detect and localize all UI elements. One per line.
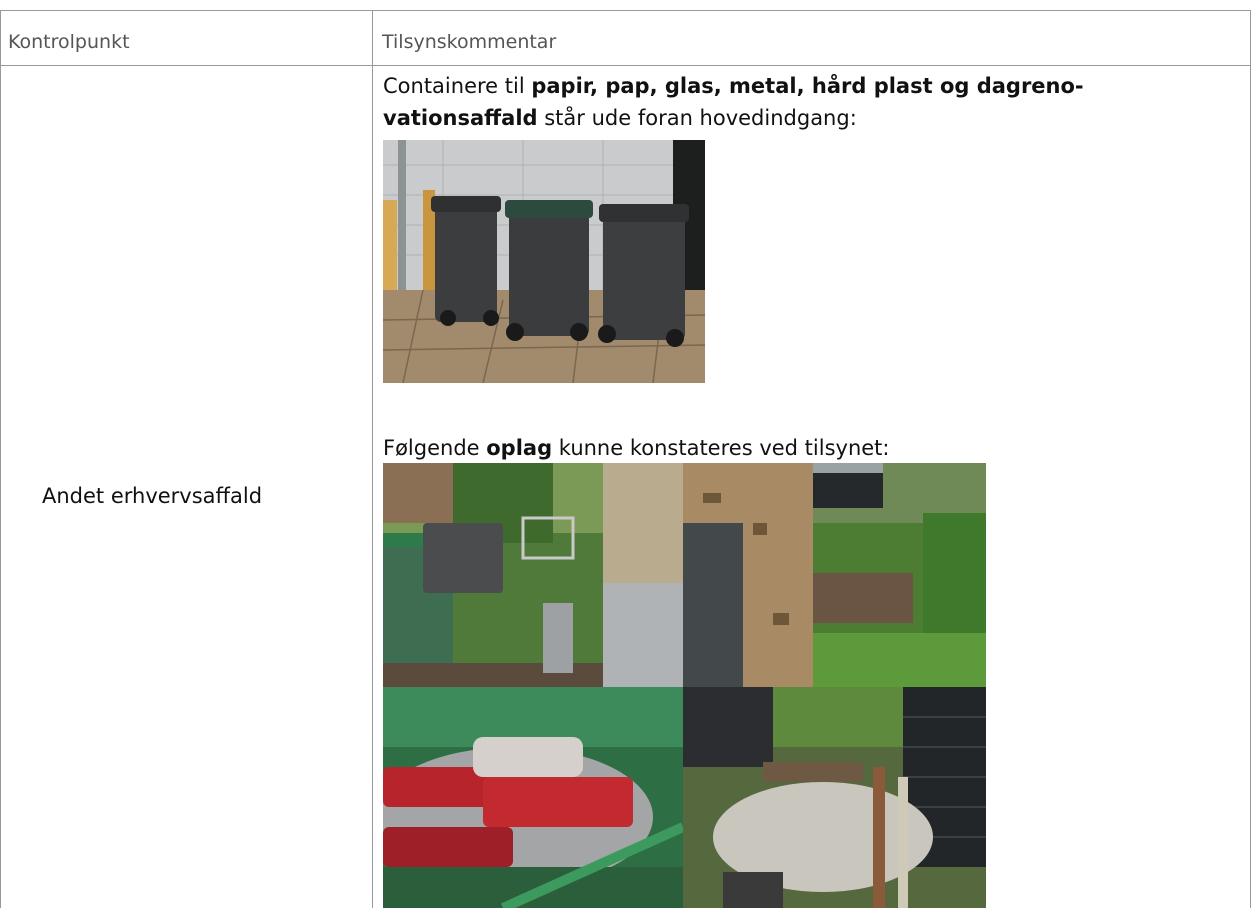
bins-photo bbox=[383, 140, 705, 383]
storage-paragraph: Følgende oplag kunne konstateres ved til… bbox=[383, 432, 889, 464]
storage-photo-2-image bbox=[683, 463, 986, 687]
storage-photo-3 bbox=[383, 687, 683, 908]
storage-photo-1 bbox=[383, 463, 683, 687]
control-point-label: Andet erhvervsaffald bbox=[42, 484, 263, 508]
para1-bold-line2: vationsaffald bbox=[383, 106, 538, 130]
table-border-divider bbox=[372, 10, 373, 908]
bins-photo-image bbox=[383, 140, 705, 383]
table-border-left bbox=[0, 10, 1, 908]
para2-text-end: kunne konstateres ved tilsynet: bbox=[552, 436, 890, 460]
header-kontrolpunkt: Kontrolpunkt bbox=[8, 31, 130, 53]
para1-text-end: står ude foran hovedindgang: bbox=[537, 106, 857, 130]
storage-photo-4 bbox=[683, 687, 986, 908]
para2-bold: oplag bbox=[486, 436, 553, 460]
para2-text-start: Følgende bbox=[383, 436, 487, 460]
header-tilsynskommentar: Tilsynskommentar bbox=[382, 31, 557, 53]
storage-photo-4-image bbox=[683, 687, 986, 908]
para1-text-start: Containere til bbox=[383, 74, 532, 98]
containers-paragraph: Containere til papir, pap, glas, metal, … bbox=[383, 70, 1084, 134]
para1-bold-line1: papir, pap, glas, metal, hård plast og d… bbox=[531, 74, 1084, 98]
storage-photo-1-image bbox=[383, 463, 683, 687]
storage-photo-3-image bbox=[383, 687, 683, 908]
storage-photo-2 bbox=[683, 463, 986, 687]
table-border-top bbox=[0, 10, 1251, 11]
header-row-divider bbox=[0, 65, 1251, 66]
